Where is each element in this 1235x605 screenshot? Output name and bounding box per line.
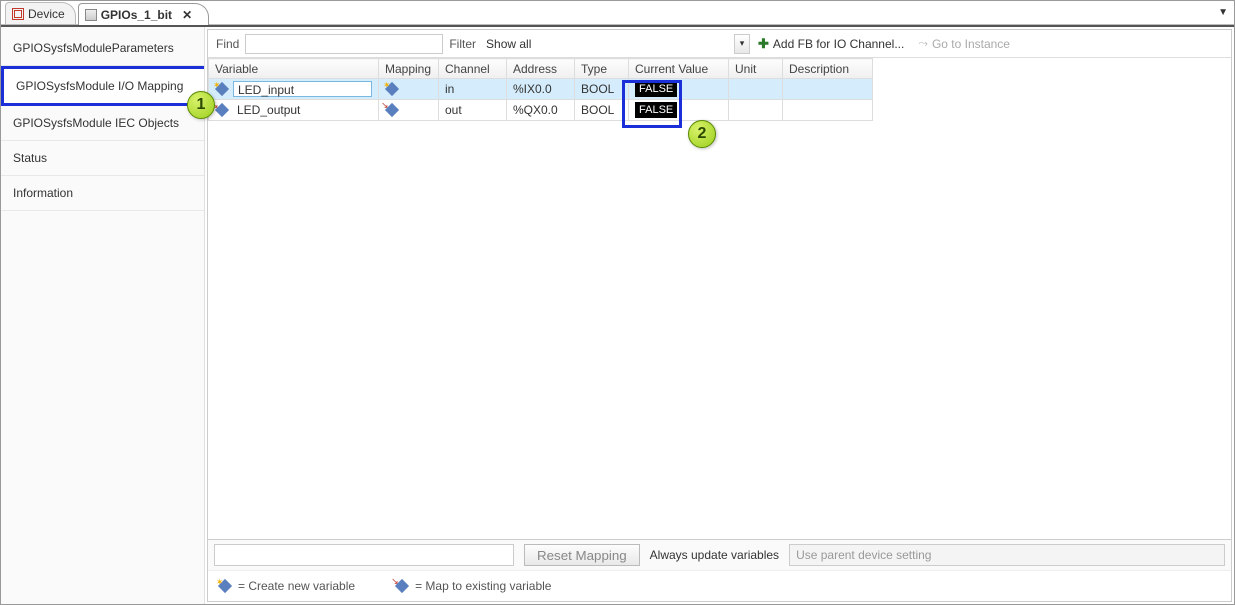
add-fb-button[interactable]: ✚ Add FB for IO Channel... <box>752 33 910 55</box>
cell-current-value: FALSE <box>629 79 729 100</box>
tab-label: Device <box>28 7 65 21</box>
sidebar-item-io-mapping[interactable]: GPIOSysfsModule I/O Mapping <box>1 66 204 106</box>
legend: ✶ = Create new variable ↘ = Map to exist… <box>208 570 1231 601</box>
cell-channel: in <box>439 79 507 100</box>
cell-address: %QX0.0 <box>507 100 575 121</box>
arrow-right-icon: ⤳ <box>918 36 928 51</box>
cell-current-value: FALSE <box>629 100 729 121</box>
map-variable-icon: ↘ <box>215 103 229 117</box>
variable-name[interactable]: LED_input <box>233 81 372 97</box>
sidebar-item-iec-objects[interactable]: GPIOSysfsModule IEC Objects <box>1 106 204 141</box>
reset-mapping-button[interactable]: Reset Mapping <box>524 544 640 566</box>
tab-label: GPIOs_1_bit <box>101 8 172 22</box>
col-channel[interactable]: Channel <box>439 59 507 79</box>
main-area: GPIOSysfsModuleParameters GPIOSysfsModul… <box>1 25 1234 604</box>
sidebar-item-information[interactable]: Information <box>1 176 204 211</box>
find-label: Find <box>212 37 243 51</box>
cell-description <box>783 79 873 100</box>
add-fb-label: Add FB for IO Channel... <box>773 37 904 51</box>
grid-area: Variable Mapping Channel Address Type Cu… <box>208 58 1231 539</box>
cell-unit <box>729 100 783 121</box>
close-icon[interactable]: ✕ <box>182 8 192 22</box>
table-row[interactable]: ✶ LED_input ✶ in %IX0.0 BOOL <box>209 79 873 100</box>
col-unit[interactable]: Unit <box>729 59 783 79</box>
update-mode-combo[interactable]: Use parent device setting <box>789 544 1225 566</box>
cell-channel: out <box>439 100 507 121</box>
legend-map: ↘ = Map to existing variable <box>395 579 551 593</box>
mapping-new-icon: ✶ <box>385 82 399 96</box>
variable-name[interactable]: LED_output <box>233 102 372 118</box>
find-input[interactable] <box>245 34 443 54</box>
status-row: Reset Mapping Always update variables Us… <box>208 539 1231 570</box>
cell-description <box>783 100 873 121</box>
col-type[interactable]: Type <box>575 59 629 79</box>
filter-value[interactable]: Show all <box>482 34 732 54</box>
tab-device[interactable]: Device <box>5 2 76 24</box>
sidebar-item-parameters[interactable]: GPIOSysfsModuleParameters <box>1 31 204 66</box>
sidebar: GPIOSysfsModuleParameters GPIOSysfsModul… <box>1 27 205 604</box>
tab-overflow-icon[interactable]: ▼ <box>1218 7 1228 18</box>
table-row[interactable]: ↘ LED_output ↘ out %QX0.0 BOOL <box>209 100 873 121</box>
col-current-value[interactable]: Current Value <box>629 59 729 79</box>
cell-type: BOOL <box>575 79 629 100</box>
new-variable-icon: ✶ <box>215 82 229 96</box>
col-variable[interactable]: Variable <box>209 59 379 79</box>
plus-icon: ✚ <box>758 36 769 52</box>
col-address[interactable]: Address <box>507 59 575 79</box>
status-spacer <box>214 544 514 566</box>
sidebar-item-status[interactable]: Status <box>1 141 204 176</box>
legend-create: ✶ = Create new variable <box>218 579 355 593</box>
cell-unit <box>729 79 783 100</box>
mapping-table: Variable Mapping Channel Address Type Cu… <box>208 58 873 121</box>
callout-2: 2 <box>688 120 716 148</box>
col-mapping[interactable]: Mapping <box>379 59 439 79</box>
tab-gpios[interactable]: GPIOs_1_bit ✕ <box>78 3 209 25</box>
cell-type: BOOL <box>575 100 629 121</box>
go-instance-label: Go to Instance <box>932 37 1010 51</box>
map-variable-icon: ↘ <box>395 579 409 593</box>
gpio-icon <box>85 9 97 21</box>
always-update-label: Always update variables <box>650 548 779 562</box>
tab-bar: Device GPIOs_1_bit ✕ ▼ <box>1 1 1234 25</box>
col-description[interactable]: Description <box>783 59 873 79</box>
go-to-instance-button: ⤳ Go to Instance <box>912 33 1016 55</box>
content-panel: Find Filter Show all ▾ ✚ Add FB for IO C… <box>207 29 1232 602</box>
toolbar: Find Filter Show all ▾ ✚ Add FB for IO C… <box>208 30 1231 58</box>
mapping-map-icon: ↘ <box>385 103 399 117</box>
filter-dropdown-button[interactable]: ▾ <box>734 34 750 54</box>
callout-1: 1 <box>187 91 215 119</box>
device-icon <box>12 8 24 20</box>
filter-label: Filter <box>445 37 480 51</box>
new-variable-icon: ✶ <box>218 579 232 593</box>
cell-address: %IX0.0 <box>507 79 575 100</box>
